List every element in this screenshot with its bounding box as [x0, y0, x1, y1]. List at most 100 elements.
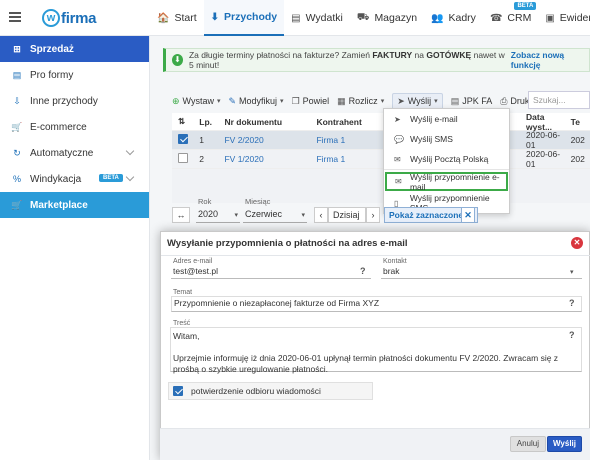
logo-mark: w [42, 9, 60, 27]
body-greeting: Witam, [173, 331, 200, 341]
sidebar-item-label: Marketplace [30, 199, 88, 211]
send-button[interactable]: Wyślij [547, 436, 582, 452]
document-link[interactable]: FV 1/2020 [224, 154, 316, 164]
month-value: Czerwiec [245, 209, 283, 219]
nav-wydatki[interactable]: ▤ Wydatki [284, 0, 350, 36]
button-label: Modyfikuj [239, 96, 278, 106]
contact-label: Kontakt [383, 258, 407, 265]
menu-item-send-sms[interactable]: 💬 Wyślij SMS [384, 129, 509, 149]
year-value: 2020 [198, 209, 219, 219]
table-row[interactable]: 1 FV 2/2020 Firma 1 2020-06-01 202 [172, 130, 590, 150]
beta-badge: BETA [99, 174, 123, 182]
info-text-part: Za długie terminy płatności na fakturze?… [188, 50, 370, 60]
file-icon: ▤ [450, 95, 460, 106]
download-icon: ⬇ [172, 54, 183, 66]
row-lp: 1 [199, 135, 205, 145]
menu-item-send-post[interactable]: ✉ Wyślij Pocztą Polską [384, 149, 509, 169]
nav-label: CRM [507, 12, 532, 24]
menu-item-label: Wyślij przypomnienie e-mail [409, 171, 500, 192]
home-icon: 🏠 [157, 12, 170, 24]
wystaw-button[interactable]: ⊕ Wystaw ▾ [172, 96, 220, 107]
nav-start[interactable]: 🏠 Start [150, 0, 204, 36]
income-icon: ⬇ [210, 11, 220, 23]
info-link[interactable]: Zobacz nową funkcję [511, 50, 589, 70]
checkbox-unchecked[interactable] [178, 153, 188, 163]
hamburger-menu-icon[interactable] [9, 12, 21, 22]
warehouse-icon: ⛟ [356, 11, 370, 23]
sidebar-item-sprzedaz[interactable]: ⊞ Sprzedaż [0, 36, 149, 62]
next-month-button[interactable]: › [366, 207, 380, 223]
staff-icon: 👥 [431, 12, 444, 24]
row-checkbox[interactable] [172, 134, 199, 146]
nav-crm[interactable]: ☎ CRM BETA [483, 0, 538, 36]
row-term: 202 [570, 154, 585, 164]
contact-select[interactable]: brak [381, 265, 582, 279]
menu-item-send-email[interactable]: ➤ Wyślij e-mail [384, 109, 509, 129]
nav-label: Wydatki [305, 12, 343, 24]
cart-icon: 🛒 [11, 199, 23, 210]
nav-label: Kadry [448, 12, 476, 24]
email-field[interactable]: test@test.pl [171, 265, 371, 279]
clear-selection-icon[interactable]: ✕ [461, 207, 475, 223]
today-button[interactable]: Dzisiaj [328, 207, 366, 223]
nav-label: Start [174, 12, 197, 24]
modal-footer: Anuluj Wyślij [160, 428, 590, 460]
cart-icon: 🛒 [11, 121, 23, 132]
sidebar-item-windykacja[interactable]: % Windykacja BETA [0, 166, 149, 192]
printer-icon: ⎙ [500, 95, 508, 106]
select-all-icon[interactable]: ⇅ [172, 116, 199, 127]
expand-arrows-icon[interactable]: ↔ [172, 207, 190, 223]
row-term: 202 [570, 135, 585, 145]
modal-title: Wysyłanie przypomnienia o płatności na a… [167, 238, 408, 249]
read-receipt-checkbox[interactable] [173, 386, 183, 396]
info-text: Za długie terminy płatności na fakturze?… [189, 50, 508, 70]
logo-text: firma [61, 9, 97, 27]
sidebar-item-pro-formy[interactable]: ▤ Pro formy [0, 62, 149, 88]
nav-przychody[interactable]: ⬇ Przychody [203, 0, 285, 36]
sms-icon: 💬 [394, 134, 404, 144]
main-nav: 🏠 Start ⬇ Przychody ▤ Wydatki ⛟ Magazyn 👥 Kad… [150, 0, 590, 36]
nav-ewidencje[interactable]: ▣ Ewidencje [538, 0, 590, 36]
sidebar-item-marketplace[interactable]: 🛒 Marketplace [0, 192, 149, 218]
help-icon[interactable]: ? [360, 266, 366, 276]
message-body-field[interactable]: Witam, Uprzejmie informuję iż dnia 2020-… [170, 327, 582, 374]
col-header[interactable]: Data wyst... [522, 112, 569, 132]
help-icon[interactable]: ? [569, 330, 575, 340]
read-receipt-label: potwierdzenie odbioru wiadomości [191, 386, 321, 396]
menu-item-send-email-reminder[interactable]: ✉ Wyślij przypomnienie e-mail [385, 171, 508, 192]
row-checkbox[interactable] [172, 153, 199, 165]
sidebar-item-e-commerce[interactable]: 🛒 E-commerce [0, 114, 149, 140]
post-icon: ✉ [394, 154, 401, 164]
nav-label: Magazyn [374, 12, 418, 24]
checkbox-checked[interactable] [178, 134, 188, 144]
nav-magazyn[interactable]: ⛟ Magazyn [350, 0, 424, 36]
col-header[interactable]: Lp. [199, 117, 224, 127]
document-link[interactable]: FV 2/2020 [224, 135, 316, 145]
nav-kadry[interactable]: 👥 Kadry [424, 0, 483, 36]
close-icon[interactable]: ✕ [571, 237, 583, 249]
subject-field[interactable]: Przypomnienie o niezapłaconej fakturze o… [171, 296, 582, 312]
info-bold: FAKTURY [372, 50, 413, 60]
jpk-button[interactable]: ▤ JPK FA [451, 96, 493, 107]
calculator-icon: ▦ [337, 95, 346, 106]
rozlicz-button[interactable]: ▦ Rozlicz ▾ [337, 96, 384, 107]
wyslij-button[interactable]: ➤ Wyślij ▾ [392, 92, 443, 110]
year-select[interactable]: 2020 ▾ [196, 207, 240, 223]
chevron-down-icon [125, 172, 135, 182]
cancel-button[interactable]: Anuluj [509, 436, 546, 452]
search-input[interactable]: Szukaj... [528, 91, 590, 109]
help-icon[interactable]: ? [569, 298, 575, 308]
button-label: Rozlicz [348, 96, 378, 106]
sidebar-item-inne-przychody[interactable]: ⇩ Inne przychody [0, 88, 149, 114]
col-header[interactable]: Nr dokumentu [224, 117, 316, 127]
read-receipt-row[interactable]: potwierdzenie odbioru wiadomości [168, 382, 373, 400]
prev-month-button[interactable]: ‹ [314, 207, 328, 223]
powiel-button[interactable]: ❐ Powiel [292, 96, 330, 107]
month-select[interactable]: Czerwiec ▾ [243, 207, 307, 223]
sidebar-item-label: Pro formy [30, 69, 74, 81]
logo[interactable]: w firma [42, 8, 96, 28]
sidebar-item-automatyczne[interactable]: ↻ Automatyczne [0, 140, 149, 166]
modyfikuj-button[interactable]: ✎ Modyfikuj ▾ [228, 96, 283, 107]
table-row[interactable]: 2 FV 1/2020 Firma 1 2020-06-01 202 [172, 149, 590, 169]
col-header[interactable]: Te [571, 117, 590, 127]
